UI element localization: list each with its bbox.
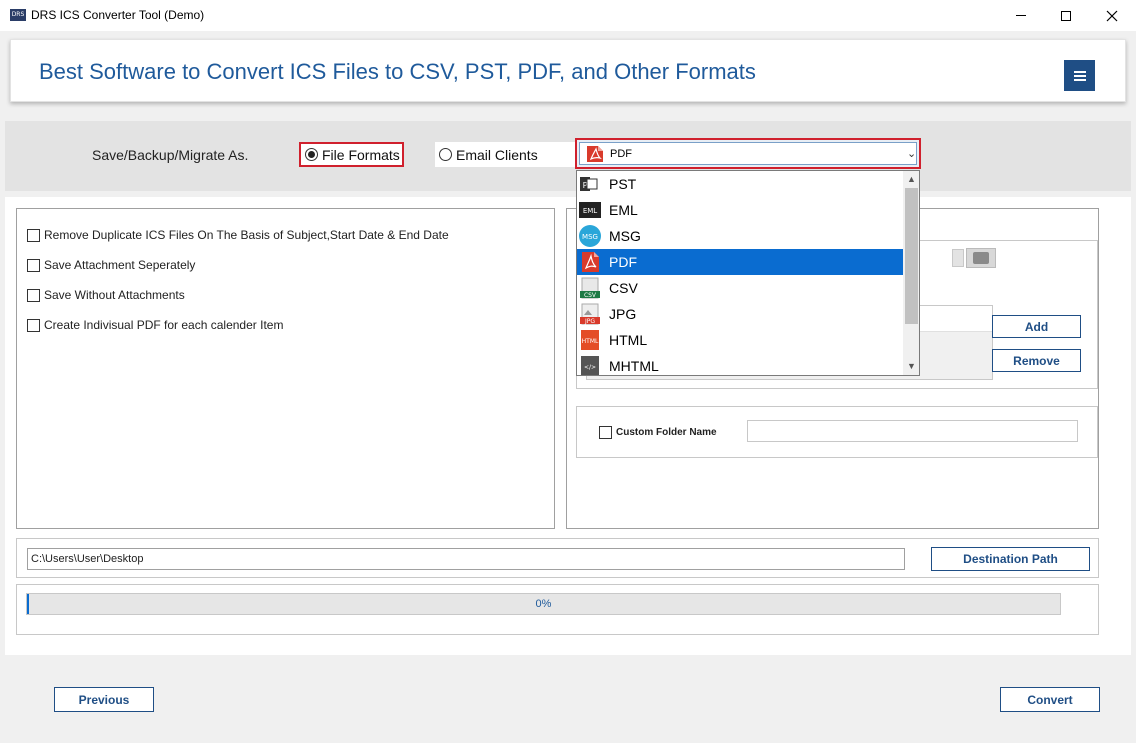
browse-button[interactable] xyxy=(966,248,996,268)
format-option-msg[interactable]: MSG MSG xyxy=(577,223,903,249)
options-box: Remove Duplicate ICS Files On The Basis … xyxy=(16,208,555,529)
disabled-field xyxy=(952,249,964,267)
menu-button[interactable] xyxy=(1064,60,1095,91)
radio-checked-icon xyxy=(305,148,318,161)
format-option-label: PST xyxy=(609,176,637,192)
minimize-button[interactable] xyxy=(998,0,1044,31)
destination-row: C:\Users\User\Desktop Destination Path xyxy=(16,538,1099,578)
email-clients-radio[interactable]: Email Clients xyxy=(435,142,575,167)
previous-button[interactable]: Previous xyxy=(54,687,154,712)
option-individual-pdf[interactable]: Create Indivisual PDF for each calender … xyxy=(27,318,283,332)
msg-icon: MSG xyxy=(579,225,601,247)
format-option-label: PDF xyxy=(609,254,637,270)
option-label: Remove Duplicate ICS Files On The Basis … xyxy=(44,228,449,242)
app-icon: DRS xyxy=(10,9,26,21)
file-formats-label: File Formats xyxy=(322,146,400,163)
format-option-label: MHTML xyxy=(609,358,659,374)
checkbox-icon xyxy=(27,318,40,332)
scroll-thumb[interactable] xyxy=(905,188,918,324)
format-option-label: MSG xyxy=(609,228,641,244)
remove-button[interactable]: Remove xyxy=(992,349,1081,372)
checkbox-icon xyxy=(27,258,40,272)
format-option-label: HTML xyxy=(609,332,648,348)
radio-unchecked-icon xyxy=(439,148,452,161)
svg-text:HTML: HTML xyxy=(582,338,599,345)
chevron-down-icon: ⌄ xyxy=(907,148,917,160)
format-option-html[interactable]: HTML HTML xyxy=(577,327,903,353)
option-label: Save Attachment Seperately xyxy=(44,258,196,272)
format-option-label: EML xyxy=(609,202,638,218)
hamburger-icon xyxy=(1073,70,1086,73)
checkbox-icon xyxy=(27,288,40,302)
format-option-mhtml[interactable]: </> MHTML xyxy=(577,353,903,375)
format-select[interactable]: PDF ⌄ xyxy=(575,138,921,169)
svg-text:EML: EML xyxy=(583,207,597,215)
svg-text:JPG: JPG xyxy=(584,318,595,325)
html-icon: HTML xyxy=(579,329,601,351)
svg-text:CSV: CSV xyxy=(584,292,597,299)
format-option-csv[interactable]: CSV CSV xyxy=(577,275,903,301)
format-option-label: CSV xyxy=(609,280,638,296)
format-select-value: PDF xyxy=(610,148,632,160)
title-bar: DRS DRS ICS Converter Tool (Demo) xyxy=(0,0,1136,31)
mhtml-icon: </> xyxy=(579,355,601,375)
option-label: Save Without Attachments xyxy=(44,288,185,302)
progress-group: 0% xyxy=(16,584,1099,635)
svg-text:</>: </> xyxy=(584,364,596,371)
main-panel: Remove Duplicate ICS Files On The Basis … xyxy=(5,197,1131,655)
close-icon xyxy=(1106,10,1118,21)
destination-path-button[interactable]: Destination Path xyxy=(931,547,1090,571)
format-option-pst[interactable]: P PST xyxy=(577,171,903,197)
checkbox-icon xyxy=(27,228,40,242)
header-banner: Best Software to Convert ICS Files to CS… xyxy=(10,39,1126,102)
convert-button[interactable]: Convert xyxy=(1000,687,1100,712)
save-as-row: Save/Backup/Migrate As. File Formats Ema… xyxy=(5,121,1131,191)
custom-folder-group: Custom Folder Name xyxy=(576,406,1098,458)
format-option-eml[interactable]: EML EML xyxy=(577,197,903,223)
option-remove-duplicate[interactable]: Remove Duplicate ICS Files On The Basis … xyxy=(27,228,449,242)
option-label: Create Indivisual PDF for each calender … xyxy=(44,318,284,332)
pdf-icon xyxy=(587,146,603,162)
minimize-icon xyxy=(1016,15,1026,16)
jpg-icon: JPG xyxy=(579,303,601,325)
format-option-label: JPG xyxy=(609,306,637,322)
email-clients-label: Email Clients xyxy=(456,146,538,163)
browse-icon xyxy=(973,252,989,264)
custom-folder-input[interactable] xyxy=(747,420,1078,442)
dropdown-scrollbar[interactable]: ▲ ▼ xyxy=(903,171,919,375)
destination-path-input[interactable]: C:\Users\User\Desktop xyxy=(27,548,905,570)
close-button[interactable] xyxy=(1089,0,1135,31)
custom-folder-label: Custom Folder Name xyxy=(616,427,717,438)
option-save-attachment[interactable]: Save Attachment Seperately xyxy=(27,258,195,272)
banner-title: Best Software to Convert ICS Files to CS… xyxy=(39,59,756,84)
option-without-attachments[interactable]: Save Without Attachments xyxy=(27,288,185,302)
progress-bar: 0% xyxy=(26,593,1061,615)
pst-icon: P xyxy=(579,173,601,195)
maximize-icon xyxy=(1061,10,1071,21)
progress-text: 0% xyxy=(535,598,552,610)
save-as-label: Save/Backup/Migrate As. xyxy=(92,147,249,163)
svg-text:MSG: MSG xyxy=(582,233,598,241)
csv-icon: CSV xyxy=(579,277,601,299)
window-title: DRS ICS Converter Tool (Demo) xyxy=(31,8,205,22)
pdf-icon xyxy=(579,251,601,273)
format-option-pdf[interactable]: PDF xyxy=(577,249,903,275)
custom-folder-checkbox[interactable] xyxy=(599,426,612,439)
file-formats-radio[interactable]: File Formats xyxy=(299,142,404,167)
maximize-button[interactable] xyxy=(1043,0,1089,31)
eml-icon: EML xyxy=(579,199,601,221)
format-option-jpg[interactable]: JPG JPG xyxy=(577,301,903,327)
scroll-down-icon[interactable]: ▼ xyxy=(903,358,919,375)
format-dropdown-list[interactable]: P PST EML EML MSG MSG PDF CSV CSV JPG JPG HTML HTML <… xyxy=(576,170,920,376)
add-button[interactable]: Add xyxy=(992,315,1081,338)
scroll-up-icon[interactable]: ▲ xyxy=(903,171,919,188)
